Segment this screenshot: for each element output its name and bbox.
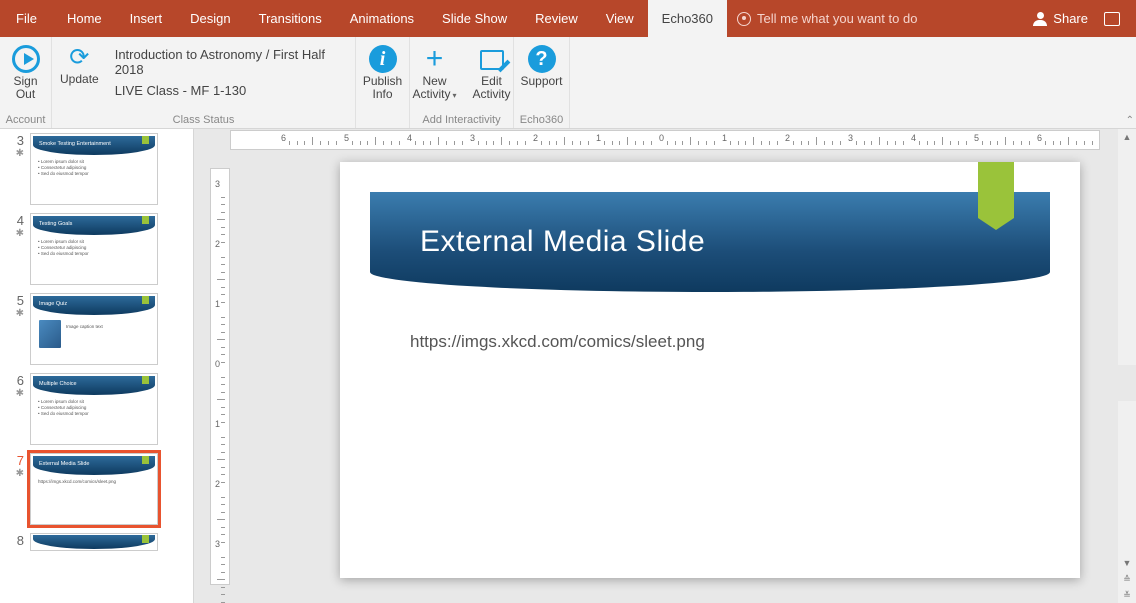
- next-slide[interactable]: ≚: [1118, 587, 1136, 603]
- thumbnail-slide-6[interactable]: 6✱Multiple Choice• Lorem ipsum dolor sit…: [0, 369, 193, 449]
- slide-body-text[interactable]: https://imgs.xkcd.com/comics/sleet.png: [340, 292, 1080, 392]
- tab-design[interactable]: Design: [176, 0, 244, 37]
- signout-icon: [12, 45, 40, 73]
- comments-icon[interactable]: [1104, 12, 1120, 26]
- editing-area: 3✱Smoke Testing Entertainment• Lorem ips…: [0, 129, 1136, 603]
- slide-title-bar: External Media Slide: [370, 192, 1050, 292]
- update-icon: ⟳: [65, 43, 93, 71]
- tab-insert[interactable]: Insert: [116, 0, 177, 37]
- class-status-group-label: Class Status: [52, 114, 355, 126]
- thumb-number: 3✱: [6, 133, 24, 205]
- thumbnail-slide-3[interactable]: 3✱Smoke Testing Entertainment• Lorem ips…: [0, 129, 193, 209]
- share-button[interactable]: Share: [1033, 11, 1088, 26]
- tab-slideshow[interactable]: Slide Show: [428, 0, 521, 37]
- class-name: Introduction to Astronomy / First Half 2…: [115, 47, 343, 77]
- thumbnail-slide-4[interactable]: 4✱Testing Goals• Lorem ipsum dolor sit• …: [0, 209, 193, 289]
- tab-transitions[interactable]: Transitions: [245, 0, 336, 37]
- class-schedule: LIVE Class - MF 1-130: [115, 83, 343, 98]
- thumbnail-scroll[interactable]: 3✱Smoke Testing Entertainment• Lorem ips…: [0, 129, 193, 603]
- thumb-preview: External Media Slidehttps://imgs.xkcd.co…: [30, 453, 158, 525]
- tab-file[interactable]: File: [0, 0, 53, 37]
- info-icon: i: [369, 45, 397, 73]
- thumbnail-slide-8[interactable]: 8: [0, 529, 193, 555]
- thumb-preview: Testing Goals• Lorem ipsum dolor sit• Co…: [30, 213, 158, 285]
- publish-group-label: [381, 114, 384, 126]
- question-icon: ?: [528, 45, 556, 73]
- tab-review[interactable]: Review: [521, 0, 592, 37]
- slide-thumbnail-panel: 3✱Smoke Testing Entertainment• Lorem ips…: [0, 129, 194, 603]
- new-activity-label: New Activity▾: [412, 75, 456, 102]
- chevron-down-icon: ▾: [453, 91, 457, 100]
- thumb-number: 7✱: [6, 453, 24, 525]
- lightbulb-icon: [737, 12, 751, 26]
- publish-info-button[interactable]: i Publish Info: [359, 43, 406, 103]
- update-label: Update: [60, 73, 99, 86]
- support-label: Support: [520, 75, 562, 88]
- tellme-search[interactable]: Tell me what you want to do: [737, 0, 917, 37]
- horizontal-ruler: 6543210123456: [230, 130, 1100, 150]
- edit-icon: [480, 47, 504, 71]
- ribbon: Sign Out Account ⟳ Update Introduction t…: [0, 37, 1136, 129]
- thumb-number: 8: [6, 533, 24, 551]
- title-bar: File Home Insert Design Transitions Anim…: [0, 0, 1136, 37]
- thumb-preview: Image QuizImage caption text: [30, 293, 158, 365]
- vertical-ruler: 3210123: [210, 168, 230, 585]
- tab-animations[interactable]: Animations: [336, 0, 428, 37]
- person-icon: [1033, 12, 1047, 26]
- echo360-group-label: Echo360: [520, 114, 563, 126]
- scroll-up[interactable]: ▲: [1118, 129, 1136, 145]
- interactivity-group-label: Add Interactivity: [422, 114, 500, 126]
- thumb-preview: [30, 533, 158, 551]
- prev-slide[interactable]: ≙: [1118, 571, 1136, 587]
- share-label: Share: [1053, 11, 1088, 26]
- scroll-down[interactable]: ▼: [1118, 555, 1136, 571]
- thumbnail-slide-7[interactable]: 7✱External Media Slidehttps://imgs.xkcd.…: [0, 449, 193, 529]
- slide-canvas-area: 3210123 6543210123456 External Media Sli…: [194, 129, 1136, 603]
- tab-echo360[interactable]: Echo360: [648, 0, 727, 37]
- account-group-label: Account: [6, 114, 46, 126]
- support-button[interactable]: ? Support: [516, 43, 566, 90]
- tellme-placeholder: Tell me what you want to do: [757, 11, 917, 26]
- publish-label: Publish Info: [363, 75, 402, 101]
- thumbnail-slide-5[interactable]: 5✱Image QuizImage caption text: [0, 289, 193, 369]
- update-button[interactable]: ⟳ Update: [52, 41, 103, 88]
- plus-icon: +: [421, 45, 449, 73]
- new-activity-button[interactable]: + New Activity▾: [408, 43, 460, 104]
- thumb-preview: Multiple Choice• Lorem ipsum dolor sit• …: [30, 373, 158, 445]
- thumb-number: 5✱: [6, 293, 24, 365]
- thumb-number: 4✱: [6, 213, 24, 285]
- tab-home[interactable]: Home: [53, 0, 116, 37]
- collapse-ribbon[interactable]: ⌃: [1126, 115, 1134, 126]
- signout-label: Sign Out: [13, 75, 37, 101]
- slide[interactable]: External Media Slide https://imgs.xkcd.c…: [340, 162, 1080, 578]
- slide-title[interactable]: External Media Slide: [420, 225, 705, 259]
- vertical-scrollbar[interactable]: ▲ ▼ ≙ ≚: [1118, 129, 1136, 603]
- edit-activity-label: Edit Activity: [473, 75, 511, 101]
- slide-canvas[interactable]: External Media Slide https://imgs.xkcd.c…: [230, 150, 1118, 603]
- signout-button[interactable]: Sign Out: [8, 43, 44, 103]
- thumb-number: 6✱: [6, 373, 24, 445]
- tab-view[interactable]: View: [592, 0, 648, 37]
- thumb-preview: Smoke Testing Entertainment• Lorem ipsum…: [30, 133, 158, 205]
